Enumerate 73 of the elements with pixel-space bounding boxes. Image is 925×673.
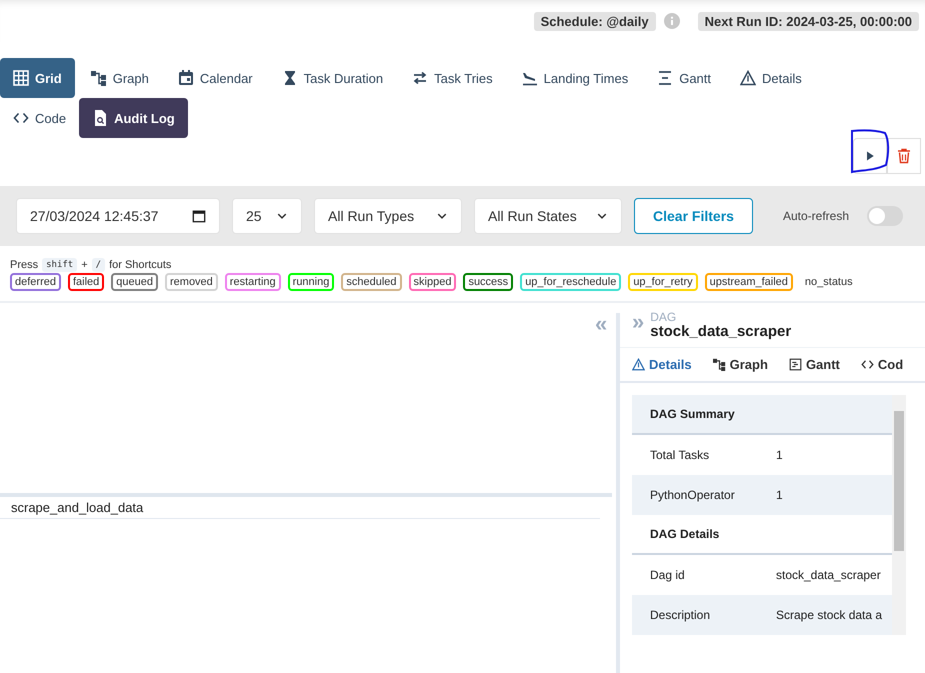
run-types-select[interactable]: All Run Types [314, 198, 462, 234]
view-tab[interactable]: Gantt [644, 58, 724, 98]
details-tab[interactable]: Graph [700, 348, 777, 381]
gantt-icon [657, 70, 674, 86]
view-tab[interactable]: Grid [0, 58, 75, 98]
dag-name: stock_data_scraper [650, 323, 792, 341]
detail-label: Total Tasks [650, 448, 710, 462]
scrollbar[interactable] [892, 395, 906, 635]
shortcut-key: / [92, 258, 106, 272]
info-icon [664, 13, 680, 29]
view-tab[interactable]: Audit Log [79, 98, 188, 138]
task-name[interactable]: scrape_and_load_data [0, 497, 600, 519]
shortcut-text: for Shortcuts [109, 259, 172, 271]
detail-value: Scrape stock data a [776, 608, 882, 622]
view-tab[interactable]: Task Duration [268, 58, 396, 98]
details-tab[interactable]: Gantt [776, 348, 849, 381]
status-legend-item[interactable]: up_for_reschedule [520, 273, 622, 291]
shortcut-key: shift [42, 258, 78, 272]
date-time-field[interactable]: 27/03/2024 12:45:37 [16, 198, 220, 234]
warning-icon [632, 358, 645, 371]
detail-value: stock_data_scraper [776, 568, 881, 582]
view-tab[interactable]: Calendar [164, 58, 266, 98]
gantt-chart-icon [788, 358, 802, 371]
detail-value: 1 [776, 488, 783, 502]
status-legend-item[interactable]: restarting [224, 273, 281, 291]
detail-label: Dag id [650, 568, 686, 582]
shortcut-text: + [81, 259, 88, 271]
status-legend-item[interactable]: removed [165, 273, 218, 291]
status-legend-item[interactable]: no_status [800, 273, 858, 291]
play-button[interactable] [853, 138, 887, 174]
status-legend-item[interactable]: success [463, 273, 514, 291]
play-icon [864, 150, 876, 162]
dag-caption: DAG [650, 311, 678, 323]
code-icon [860, 358, 874, 371]
status-legend-item[interactable]: failed [68, 273, 104, 291]
detail-value: 1 [776, 448, 783, 462]
clear-filters-button[interactable]: Clear Filters [634, 198, 753, 234]
trash-icon [896, 148, 912, 164]
arrows-icon [412, 70, 428, 86]
status-legend-item[interactable]: up_for_retry [628, 273, 698, 291]
next-run-badge: Next Run ID: 2024-03-25, 00:00:00 [698, 12, 919, 30]
delete-button[interactable] [887, 138, 921, 174]
warning-icon [740, 70, 756, 86]
view-tab[interactable]: Task Tries [399, 58, 506, 98]
status-legend-item[interactable]: upstream_failed [704, 273, 793, 291]
status-legend-item[interactable]: skipped [408, 273, 456, 291]
auto-refresh-toggle[interactable] [867, 206, 903, 226]
file-search-icon [92, 110, 108, 126]
count-select[interactable]: 25 [232, 198, 302, 234]
grid-icon [13, 70, 29, 86]
status-legend-item[interactable]: running [288, 273, 334, 291]
view-tab[interactable]: Code [0, 98, 80, 138]
view-tab[interactable]: Details [727, 58, 815, 98]
details-tab[interactable]: Cod [848, 348, 912, 381]
status-legend-item[interactable]: deferred [10, 273, 61, 291]
calendar-icon [178, 70, 194, 86]
run-states-select[interactable]: All Run States [474, 198, 622, 234]
code-icon [13, 110, 29, 126]
status-legend-item[interactable]: queued [111, 273, 158, 291]
detail-label: Description [650, 608, 712, 622]
status-legend-item[interactable]: scheduled [341, 273, 402, 291]
calendar-icon [192, 209, 206, 223]
section-heading: DAG Summary [632, 395, 892, 435]
graph-icon [712, 358, 726, 371]
auto-refresh-label: Auto-refresh [782, 209, 849, 223]
view-tab[interactable]: Landing Times [508, 58, 642, 98]
detail-label: PythonOperator [650, 488, 736, 502]
graph-icon [90, 70, 107, 86]
shortcut-text: Press [10, 259, 38, 271]
airplane-landing-icon [522, 70, 538, 86]
schedule-badge: Schedule: @daily [534, 12, 656, 30]
details-tab[interactable]: Details [620, 348, 701, 381]
view-tab[interactable]: Graph [78, 58, 162, 98]
